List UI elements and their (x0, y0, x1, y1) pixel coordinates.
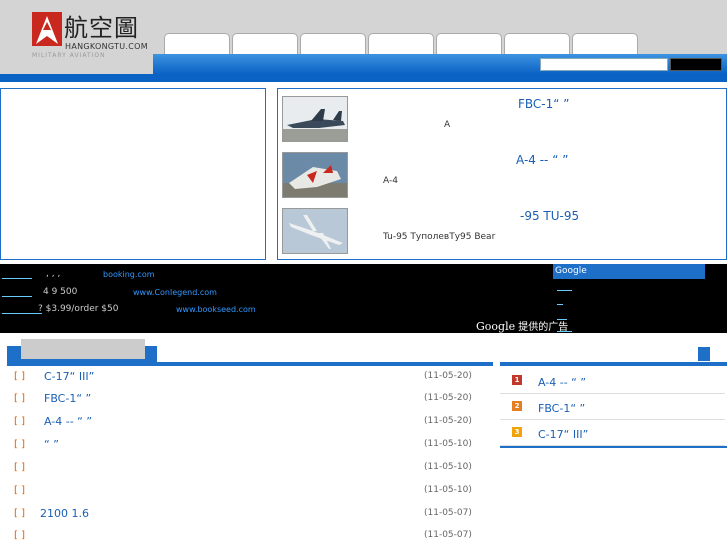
ranking-footer-bar (500, 446, 727, 448)
list-item[interactable]: [ ] (11-05-10) (8, 457, 490, 480)
google-link[interactable] (557, 281, 572, 291)
bracket: [ ] (14, 416, 25, 427)
featured-slideshow-box (0, 88, 266, 260)
search-input[interactable] (540, 58, 668, 71)
search-button[interactable] (670, 58, 722, 71)
logo-tagline: MILITARY AVIATION (32, 52, 106, 59)
ad-title-link[interactable] (2, 304, 42, 314)
list-item[interactable]: [ ] (11-05-10) (8, 480, 490, 503)
nav-tab-6[interactable] (504, 33, 570, 55)
logo-english-text: HANGKONGTU.COM (65, 42, 148, 51)
featured-news-box: FBC-1“ ” A A-4 -- “ ” A-4 -95 TU-95 Tu-9… (277, 88, 727, 260)
rank-number: 2 (512, 401, 522, 411)
news-tab[interactable] (21, 339, 145, 359)
ad-desc: ? $3.99/order $50 (38, 304, 119, 314)
ranking-header-bar (500, 362, 727, 366)
news-date: (11-05-20) (424, 371, 472, 381)
news-link[interactable]: “ ” (44, 438, 59, 451)
google-link[interactable] (557, 310, 567, 320)
news-link[interactable]: A-4 -- “ ” (44, 415, 92, 428)
ad-title-link[interactable] (2, 287, 32, 297)
rank-number: 1 (512, 375, 522, 385)
nav-tab-4[interactable] (368, 33, 434, 55)
list-item[interactable]: [ ] “ ” (11-05-10) (8, 434, 490, 457)
nav-tab-7[interactable] (572, 33, 638, 55)
rank-number: 3 (512, 427, 522, 437)
ranking-link[interactable]: A-4 -- “ ” (538, 376, 586, 389)
ranking-item[interactable]: 2 FBC-1“ ” (500, 394, 725, 420)
google-wordmark: Google (476, 320, 516, 333)
news-link[interactable]: C-17“ III” (44, 370, 94, 383)
logo-chinese-text: 航空圖 (64, 14, 139, 42)
google-ad-label[interactable]: Google 提供的广告 (476, 318, 568, 333)
list-item[interactable]: [ ] FBC-1“ ” (11-05-20) (8, 388, 490, 411)
featured-title[interactable]: -95 TU-95 (520, 209, 579, 223)
news-date: (11-05-20) (424, 416, 472, 426)
list-item[interactable]: [ ] 2100 1.6 (11-05-07) (8, 503, 490, 526)
ad-title-link[interactable] (2, 269, 32, 279)
nav-tab-2[interactable] (232, 33, 298, 55)
featured-title[interactable]: A-4 -- “ ” (516, 153, 568, 167)
news-date: (11-05-07) (424, 508, 472, 518)
ranking-item[interactable]: 1 A-4 -- “ ” (500, 368, 725, 394)
jet-thumbnail[interactable] (282, 208, 348, 254)
nav-subbar (0, 74, 727, 82)
nav-tab-5[interactable] (436, 33, 502, 55)
ranking-link[interactable]: C-17“ III” (538, 428, 588, 441)
google-panel-header[interactable]: Google (553, 264, 705, 279)
news-date: (11-05-10) (424, 439, 472, 449)
jet-thumbnail[interactable] (282, 96, 348, 142)
ad-desc: 4 9 500 (43, 287, 78, 297)
ad-url[interactable]: booking.com (103, 270, 155, 279)
ranking-item[interactable]: 3 C-17“ III” (500, 420, 725, 446)
jet-thumbnail[interactable] (282, 152, 348, 198)
google-panel-label: Google (555, 266, 587, 276)
list-item[interactable]: [ ] A-4 -- “ ” (11-05-20) (8, 411, 490, 434)
list-item[interactable]: [ ] C-17“ III” (11-05-20) (8, 366, 490, 389)
featured-title[interactable]: FBC-1“ ” (518, 97, 570, 111)
google-link[interactable] (557, 322, 572, 332)
jet-logo-icon (32, 12, 62, 46)
ranking-link[interactable]: FBC-1“ ” (538, 402, 585, 415)
bracket: [ ] (14, 485, 25, 496)
news-date: (11-05-20) (424, 393, 472, 403)
bracket: [ ] (14, 371, 25, 382)
news-list-header (7, 339, 493, 366)
featured-item[interactable]: -95 TU-95 Tu-95 ТуполевТу95 Bear (278, 203, 726, 259)
bracket: [ ] (14, 508, 25, 519)
nav-tab-3[interactable] (300, 33, 366, 55)
bracket: [ ] (14, 530, 25, 541)
news-date: (11-05-07) (424, 530, 472, 540)
featured-desc: Tu-95 ТуполевТу95 Bear (383, 232, 496, 242)
news-link[interactable]: 2100 1.6 (40, 507, 89, 520)
ranking-header-icon (698, 347, 710, 361)
google-link[interactable] (557, 295, 563, 305)
featured-item[interactable]: A-4 -- “ ” A-4 (278, 147, 726, 203)
ad-url[interactable]: www.Conlegend.com (133, 288, 217, 297)
featured-desc: A-4 (383, 176, 398, 186)
ad-url[interactable]: www.bookseed.com (176, 305, 256, 314)
news-date: (11-05-10) (424, 462, 472, 472)
news-date: (11-05-10) (424, 485, 472, 495)
featured-desc: A (444, 120, 451, 130)
featured-item[interactable]: FBC-1“ ” A (278, 91, 726, 147)
bracket: [ ] (14, 393, 25, 404)
bracket: [ ] (14, 439, 25, 450)
ad-desc: , , , (46, 269, 61, 279)
nav-tab-1[interactable] (164, 33, 230, 55)
bracket: [ ] (14, 462, 25, 473)
site-logo[interactable]: 航空圖 HANGKONGTU.COM MILITARY AVIATION (32, 10, 148, 59)
news-link[interactable]: FBC-1“ ” (44, 392, 91, 405)
